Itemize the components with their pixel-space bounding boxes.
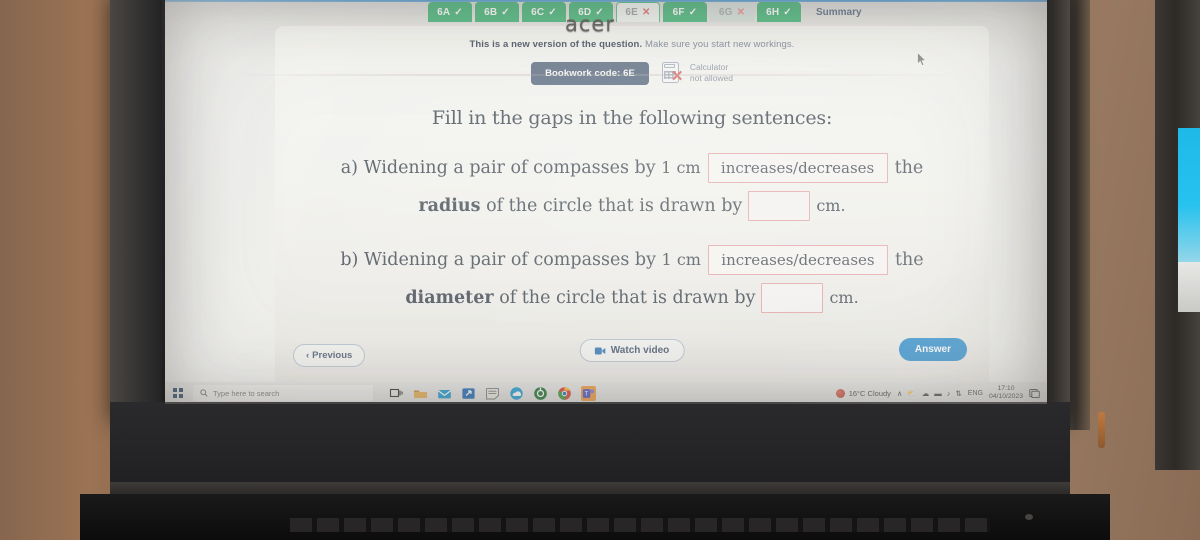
previous-button[interactable]: ‹ Previous: [293, 344, 366, 367]
calculator-not-allowed-block: ✕ Calculator not allowed: [661, 61, 733, 85]
part-a-line-1: a) Widening a pair of compasses by 1 cm …: [275, 153, 989, 183]
part-b-line1-pre: Widening a pair of compasses by: [363, 249, 656, 270]
part-b-dropdown[interactable]: increases/decreases: [707, 245, 888, 275]
file-explorer-icon[interactable]: [413, 386, 428, 401]
part-b-line-1: b) Widening a pair of compasses by 1 cm …: [275, 245, 989, 275]
chevron-up-icon[interactable]: ∧: [897, 389, 903, 398]
part-a-line-2: radius of the circle that is drawn by cm…: [275, 191, 989, 221]
right-monitor-screen-glow: [1178, 128, 1200, 268]
code-and-calculator-row: Bookwork code: 6E ✕ Calculator not allow…: [275, 61, 989, 85]
windows-logo-icon: [173, 388, 183, 398]
weather-widget[interactable]: 16°C Cloudy: [835, 388, 891, 398]
store-icon[interactable]: [461, 386, 476, 401]
part-a-dropdown[interactable]: increases/decreases: [707, 153, 888, 183]
part-b-keyword: diameter: [405, 287, 494, 308]
part-b-line-2: diameter of the circle that is drawn by …: [275, 283, 989, 313]
part-b-line2-mid: of the circle that is drawn by: [499, 287, 756, 308]
media-icon[interactable]: [533, 386, 548, 401]
part-b-line1-value: 1 cm: [661, 250, 701, 270]
screen-bezel-left: [110, 0, 162, 422]
svg-text:T: T: [585, 391, 589, 397]
battery-icon[interactable]: ▬: [934, 389, 942, 398]
mouse-cursor: [917, 51, 928, 67]
part-a-line1-value: 1 cm: [661, 158, 701, 178]
part-a-answer-input[interactable]: [748, 191, 811, 221]
windows-taskbar: Type here to search T 16°C Cloudy ∧ ⛅ ☁ …: [165, 382, 1047, 404]
search-icon: [200, 389, 208, 397]
task-view-icon[interactable]: [389, 386, 404, 401]
weather-icon: [835, 388, 845, 398]
question-part-a: a) Widening a pair of compasses by 1 cm …: [275, 153, 989, 221]
part-b-label: b): [340, 249, 359, 270]
network-icon[interactable]: ⇅: [956, 389, 962, 398]
part-a-line1-post: the: [894, 157, 924, 178]
chrome-icon[interactable]: [557, 386, 572, 401]
clock-time: 17:10: [997, 384, 1015, 392]
clock-and-date[interactable]: 17:10 04/10/2023: [989, 385, 1023, 402]
power-led: [1025, 514, 1033, 520]
notification-icon[interactable]: [1029, 388, 1040, 399]
question-part-b: b) Widening a pair of compasses by 1 cm …: [275, 245, 989, 313]
cloud-tray-icon[interactable]: ☁: [922, 389, 930, 398]
photo-of-laptop-screen: 6A ✓ 6B ✓ 6C ✓ 6D ✓ 6E ✕ 6F ✓ 6G ✕ 6H ✓ …: [0, 0, 1200, 540]
watch-video-button[interactable]: Watch video: [579, 339, 685, 362]
question-card: This is a new version of the question. M…: [275, 26, 989, 382]
part-a-keyword: radius: [418, 195, 481, 216]
webpage: 6A ✓ 6B ✓ 6C ✓ 6D ✓ 6E ✕ 6F ✓ 6G ✕ 6H ✓ …: [165, 2, 1047, 382]
right-monitor-screen-lower: [1178, 262, 1200, 312]
part-b-answer-input[interactable]: [761, 283, 824, 313]
laptop-keyboard-deck: [80, 494, 1110, 540]
onedrive-icon[interactable]: [509, 386, 524, 401]
tray-icons: ∧ ⛅ ☁ ▬ ♪ ⇅: [897, 389, 962, 398]
previous-button-label: Previous: [312, 350, 353, 361]
new-version-notice-bold: This is a new version of the question.: [469, 39, 643, 50]
part-a-unit: cm.: [816, 196, 846, 216]
search-placeholder-text: Type here to search: [213, 388, 280, 398]
taskbar-app-icons: T: [389, 385, 596, 401]
question-footer: ‹ Previous Watch video Answer: [275, 338, 989, 368]
laptop: 6A ✓ 6B ✓ 6C ✓ 6D ✓ 6E ✕ 6F ✓ 6G ✕ 6H ✓ …: [80, 0, 1110, 540]
answer-button[interactable]: Answer: [898, 338, 967, 361]
laptop-screen: 6A ✓ 6B ✓ 6C ✓ 6D ✓ 6E ✕ 6F ✓ 6G ✕ 6H ✓ …: [165, 0, 1047, 404]
start-button[interactable]: [165, 382, 191, 404]
watch-video-label: Watch video: [610, 345, 670, 356]
calculator-text: Calculator not allowed: [690, 62, 733, 85]
question-title: Fill in the gaps in the following senten…: [431, 107, 833, 129]
teams-icon[interactable]: T: [581, 385, 596, 401]
new-version-notice-rest: Make sure you start new workings.: [642, 39, 795, 50]
part-a-line1-pre: Widening a pair of compasses by: [363, 157, 656, 178]
system-tray: 16°C Cloudy ∧ ⛅ ☁ ▬ ♪ ⇅ ENG 17:10 04/10/…: [835, 385, 1047, 402]
onedrive-tray-icon[interactable]: ⛅: [907, 389, 916, 398]
sticky-notes-icon[interactable]: [485, 386, 500, 401]
chevron-left-icon: ‹: [306, 350, 310, 361]
weather-text: 16°C Cloudy: [848, 388, 891, 398]
taskbar-highlight-edge: [1098, 412, 1105, 448]
mail-icon[interactable]: [437, 386, 452, 401]
part-b-line1-post: the: [894, 249, 924, 270]
calculator-line1: Calculator: [689, 61, 729, 72]
language-indicator[interactable]: ENG: [968, 390, 983, 397]
part-a-line2-mid: of the circle that is drawn by: [486, 195, 743, 216]
bookwork-code-badge: Bookwork code: 6E: [531, 61, 649, 85]
search-input[interactable]: Type here to search: [193, 385, 373, 401]
laptop-hinge-line: [210, 74, 970, 76]
video-camera-icon: [594, 347, 606, 355]
acer-brand-logo: acer: [565, 12, 615, 36]
clock-date: 04/10/2023: [988, 393, 1023, 400]
wall-left-shadow: [0, 0, 128, 540]
calculator-not-allowed-icon: ✕: [661, 61, 684, 85]
volume-icon[interactable]: ♪: [947, 389, 951, 398]
part-a-label: a): [340, 157, 359, 178]
part-b-unit: cm.: [829, 288, 859, 308]
keyboard-keys: [290, 518, 990, 532]
